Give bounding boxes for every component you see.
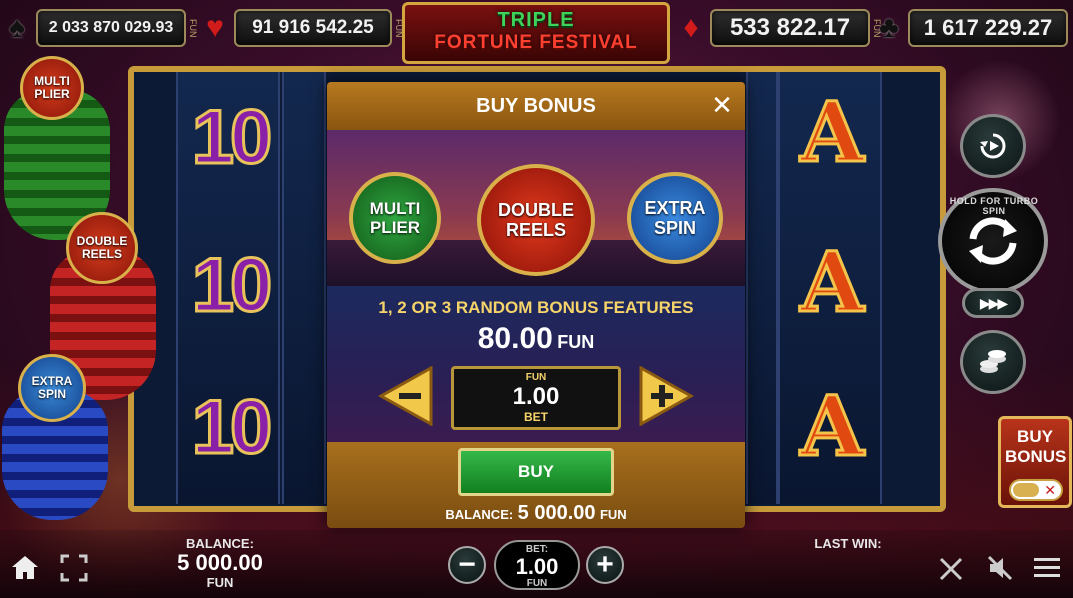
reel-4-edge xyxy=(746,72,778,504)
symbol-a: A xyxy=(799,234,866,333)
club-icon: ♣ xyxy=(879,11,899,44)
menu-icon[interactable] xyxy=(1032,556,1062,580)
increase-bet-button[interactable]: + xyxy=(586,546,624,584)
modal-balance: BALANCE: 5 000.00 FUN xyxy=(327,502,745,525)
reel-1: 10 10 10 xyxy=(176,72,280,504)
logo-line-2: FORTUNE FESTIVAL xyxy=(434,32,638,53)
double-reels-feature-badge: DOUBLE REELS xyxy=(477,164,595,276)
symbol-ten: 10 xyxy=(190,241,274,329)
modal-title: BUY BONUS xyxy=(476,94,596,117)
buy-bonus-button[interactable]: BUY BONUS ✕ xyxy=(998,416,1072,508)
decrease-bonus-bet-button[interactable] xyxy=(377,366,433,426)
turbo-spin-label: HOLD FOR TURBO SPIN xyxy=(949,196,1039,216)
replay-icon xyxy=(980,133,1006,159)
symbol-ten: 10 xyxy=(190,383,274,471)
bonus-features-art: MULTI PLIER DOUBLE REELS EXTRA SPIN xyxy=(327,130,745,286)
toggle-knob xyxy=(1013,483,1039,497)
bet-coins-button[interactable] xyxy=(960,330,1026,394)
multiplier-badge: MULTI PLIER xyxy=(20,56,84,120)
modal-body: 1, 2 OR 3 RANDOM BONUS FEATURES 80.00 FU… xyxy=(327,286,745,442)
balance-display: BALANCE: 5 000.00 FUN xyxy=(150,536,290,590)
bet-display: BET: 1.00 FUN xyxy=(494,540,580,590)
balance-unit: FUN xyxy=(206,575,234,590)
heart-icon: ♥ xyxy=(206,11,224,44)
buy-bonus-toggle[interactable]: ✕ xyxy=(1009,479,1063,501)
fast-forward-icon: ▶▶▶ xyxy=(979,294,1008,311)
bonus-bet-label: BET xyxy=(524,410,548,424)
jackpot-heart-value: 91 916 542.25 xyxy=(234,9,392,47)
bonus-description: 1, 2 OR 3 RANDOM BONUS FEATURES xyxy=(378,298,694,317)
coins-icon xyxy=(980,350,1006,373)
spin-icon xyxy=(969,217,1017,265)
double-reels-badge: DOUBLE REELS xyxy=(66,212,138,284)
modal-footer: BUY BALANCE: 5 000.00 FUN xyxy=(327,442,745,528)
symbol-a: A xyxy=(799,84,866,183)
sound-muted-icon[interactable] xyxy=(986,554,1014,582)
bonus-bet-value: 1.00 xyxy=(512,383,560,410)
modal-balance-label: BALANCE: xyxy=(445,507,514,522)
spade-icon: ♠ xyxy=(9,11,25,44)
settings-tools-icon[interactable] xyxy=(938,556,964,582)
logo-line-1: TRIPLE xyxy=(497,9,575,31)
jackpot-club-value: 1 617 229.27 xyxy=(908,9,1068,47)
extra-spin-feature-badge: EXTRA SPIN xyxy=(627,172,723,264)
plus-icon: + xyxy=(596,548,614,581)
extra-spin-badge: EXTRA SPIN xyxy=(18,354,86,422)
jackpot-diamond: ♦ 533 822.17 FUN xyxy=(676,6,882,50)
jackpot-spade: ♠ 2 033 870 029.93 FUN xyxy=(2,6,198,50)
buy-bonus-modal: BUY BONUS ✕ MULTI PLIER DOUBLE REELS EXT… xyxy=(327,82,745,528)
autoplay-button[interactable] xyxy=(960,114,1026,178)
diamond-icon: ♦ xyxy=(683,11,699,44)
bonus-price-unit: FUN xyxy=(557,332,595,352)
balance-label: BALANCE: xyxy=(186,536,254,551)
increase-bonus-bet-button[interactable] xyxy=(639,366,695,426)
home-icon[interactable] xyxy=(10,552,40,582)
jackpot-heart: ♥ 91 916 542.25 FUN xyxy=(200,6,404,50)
symbol-a: A xyxy=(799,378,866,477)
modal-balance-unit: FUN xyxy=(599,507,627,522)
jackpot-spade-value: 2 033 870 029.93 xyxy=(36,9,186,47)
decrease-bet-button[interactable]: − xyxy=(448,546,486,584)
minus-icon: − xyxy=(458,548,476,581)
toggle-off-icon: ✕ xyxy=(1044,482,1056,498)
bonus-price-value: 80.00 xyxy=(477,322,553,355)
jackpot-diamond-value: 533 822.17 xyxy=(710,9,870,47)
jackpot-club: ♣ 1 617 229.27 xyxy=(874,6,1068,50)
close-icon[interactable]: ✕ xyxy=(709,92,735,118)
fullscreen-icon[interactable] xyxy=(60,554,88,582)
modal-header: BUY BONUS ✕ xyxy=(327,82,745,130)
bonus-bet-display: FUN 1.00 BET xyxy=(451,366,621,430)
bet-value: 1.00 xyxy=(515,554,559,579)
buy-button[interactable]: BUY xyxy=(458,448,614,496)
turbo-button[interactable]: ▶▶▶ xyxy=(962,288,1024,318)
bet-unit: FUN xyxy=(526,578,548,589)
reel-2-edge xyxy=(282,72,326,504)
game-logo: TRIPLE FORTUNE FESTIVAL xyxy=(402,2,670,64)
multiplier-feature-badge: MULTI PLIER xyxy=(349,172,441,264)
bonus-price: 80.00 FUN xyxy=(327,322,745,356)
symbol-ten: 10 xyxy=(190,93,274,181)
buy-bonus-label: BUY BONUS xyxy=(1005,427,1067,466)
jackpot-unit: FUN xyxy=(188,18,198,38)
last-win-label: LAST WIN: xyxy=(814,536,882,551)
reel-5: A A A xyxy=(778,72,882,504)
balance-value: 5 000.00 xyxy=(177,550,263,575)
modal-balance-value: 5 000.00 xyxy=(517,502,596,524)
